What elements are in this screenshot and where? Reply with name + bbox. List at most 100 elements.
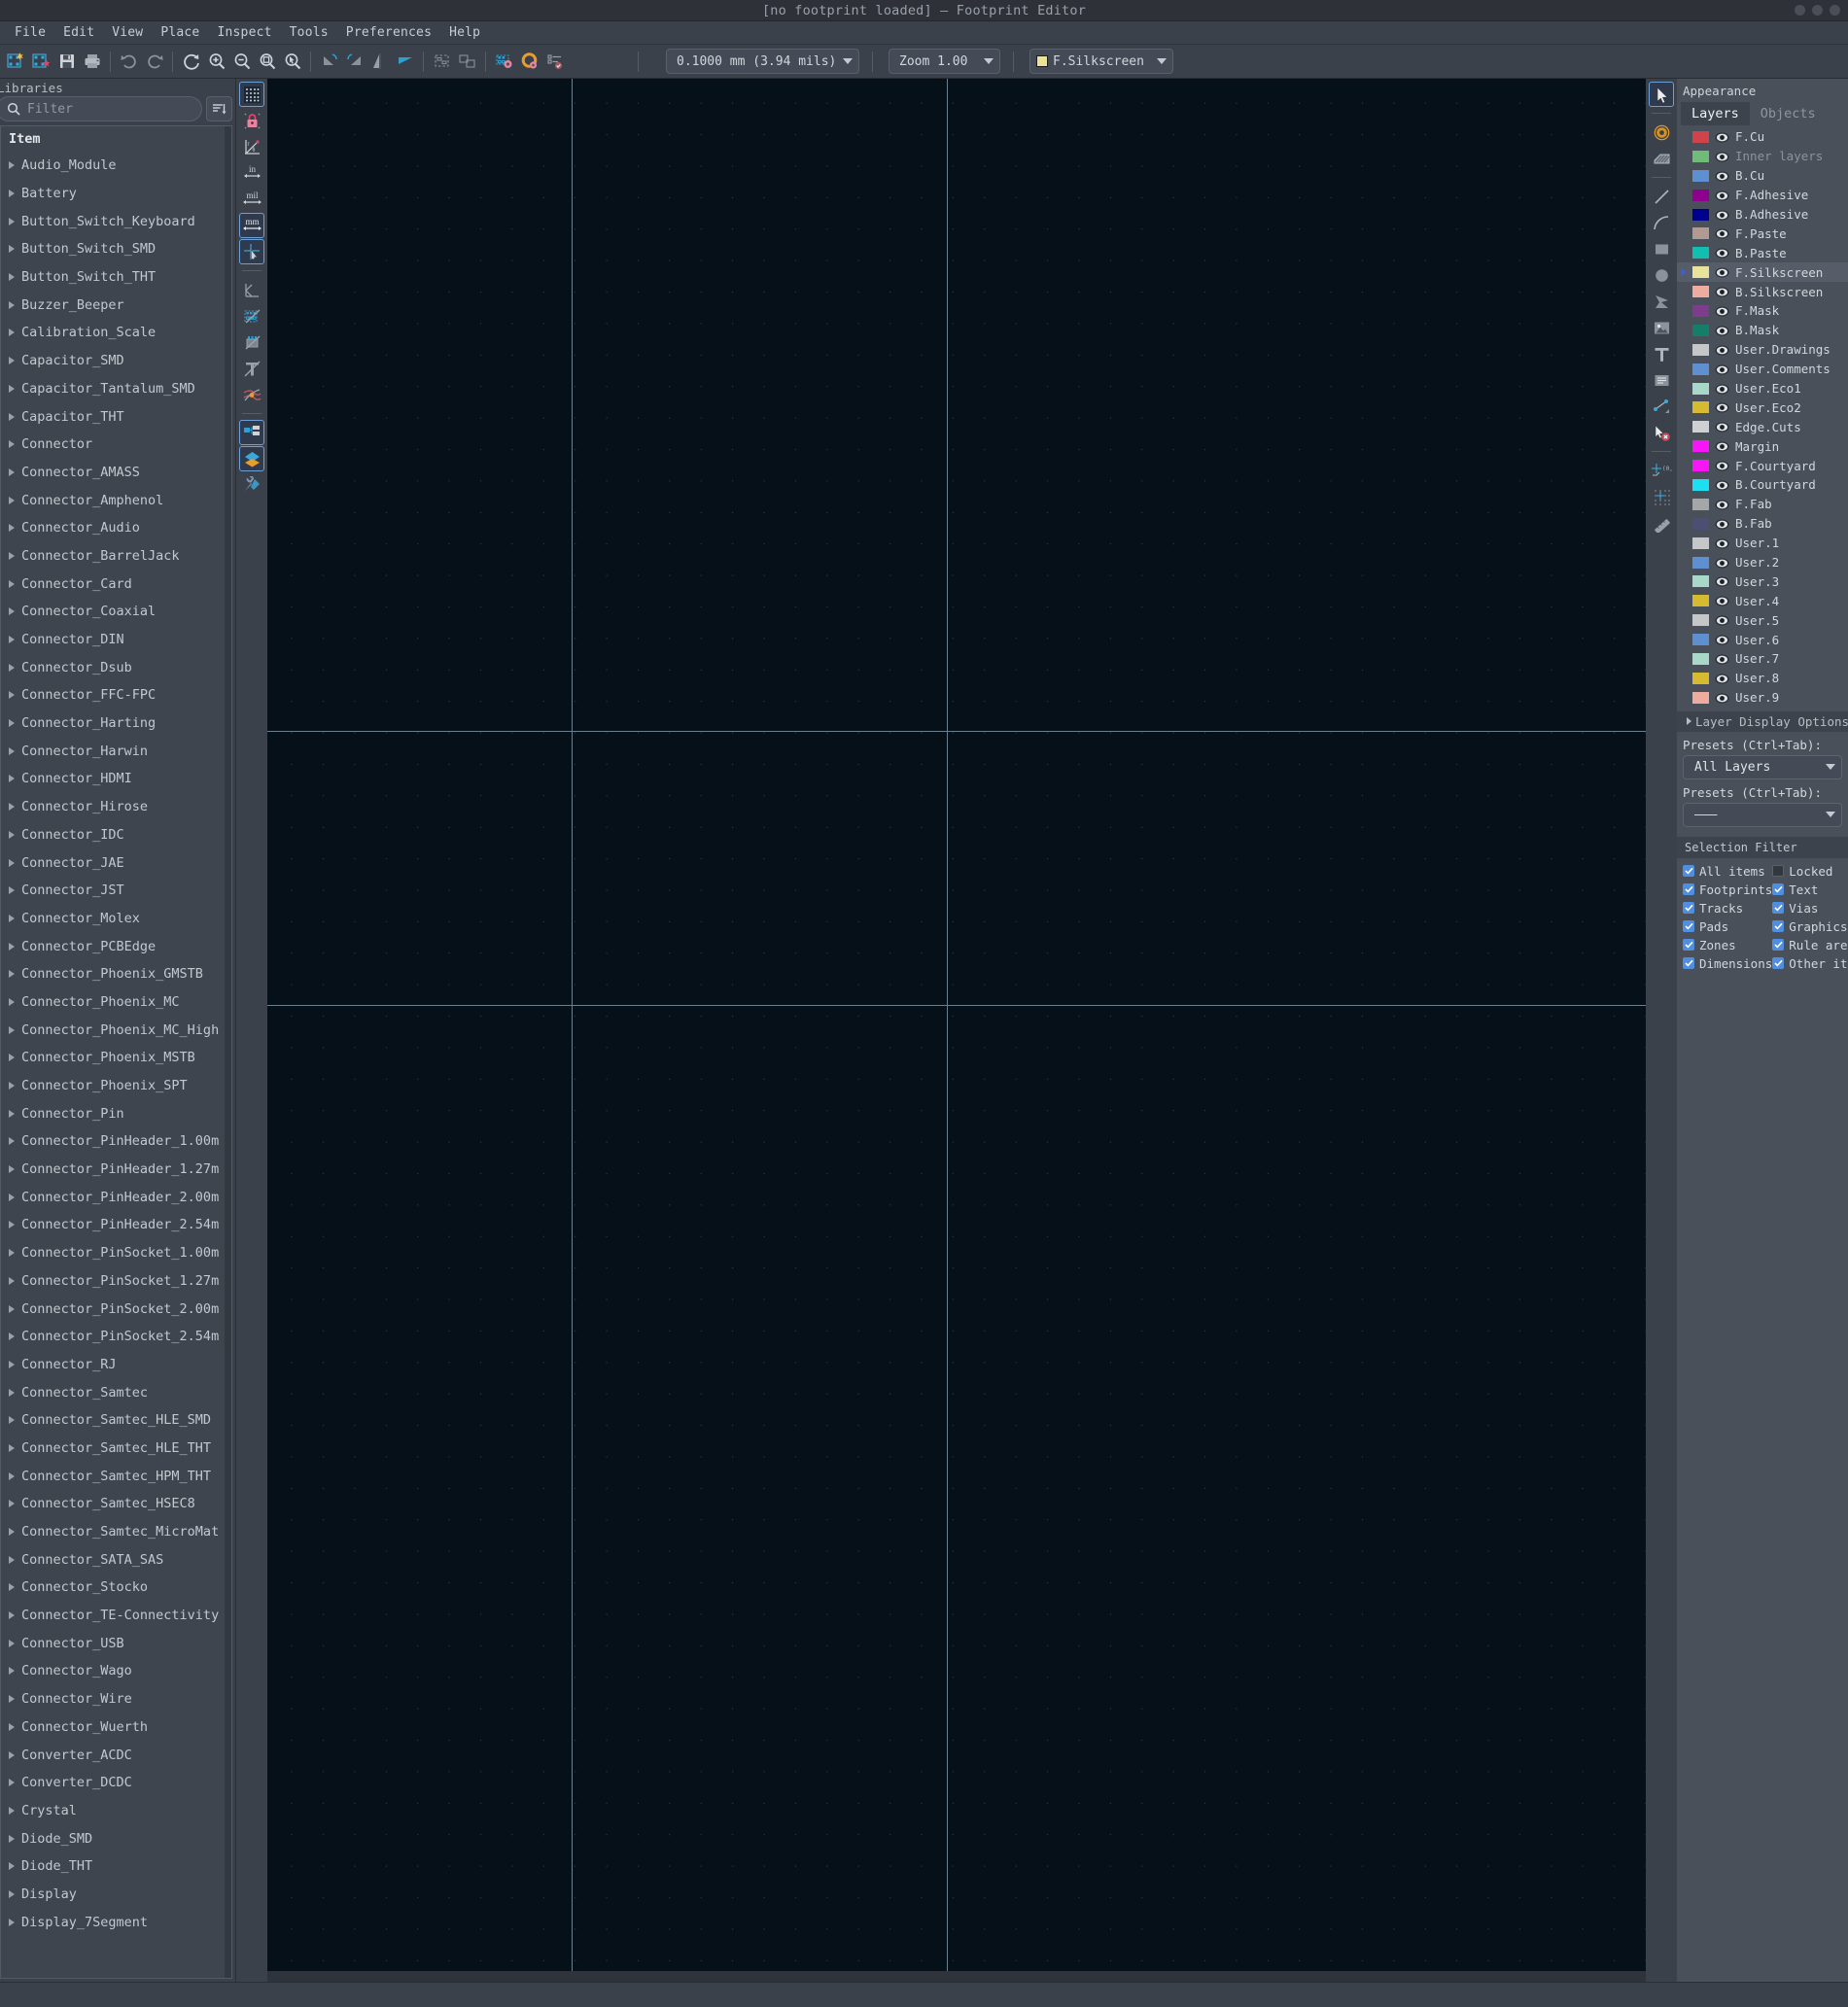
expand-triangle-icon[interactable] bbox=[9, 1276, 15, 1285]
library-item[interactable]: Connector_Amphenol bbox=[1, 486, 231, 514]
library-item[interactable]: Button_Switch_SMD bbox=[1, 235, 231, 263]
library-item[interactable]: Connector_PinHeader_2.54m bbox=[1, 1211, 231, 1239]
layer-color-swatch[interactable] bbox=[1692, 652, 1709, 665]
add-zone-icon[interactable] bbox=[1649, 146, 1674, 171]
layer-color-swatch[interactable] bbox=[1692, 208, 1709, 221]
checkbox-icon[interactable] bbox=[1683, 957, 1694, 970]
selection-filter-item[interactable]: Text bbox=[1772, 882, 1848, 897]
expand-triangle-icon[interactable] bbox=[9, 1750, 15, 1759]
menu-tools[interactable]: Tools bbox=[281, 23, 337, 42]
library-item[interactable]: Connector_FFC-FPC bbox=[1, 681, 231, 709]
layer-color-swatch[interactable] bbox=[1692, 460, 1709, 472]
layer-row[interactable]: F.Paste bbox=[1677, 224, 1848, 243]
mirror-horizontal-icon[interactable] bbox=[367, 49, 392, 75]
datum-point-icon[interactable] bbox=[239, 277, 264, 302]
library-item[interactable]: Connector_IDC bbox=[1, 821, 231, 849]
grid-icon[interactable] bbox=[239, 82, 264, 107]
layer-row[interactable]: User.5 bbox=[1677, 610, 1848, 630]
expand-triangle-icon[interactable] bbox=[9, 245, 15, 254]
delete-item-icon[interactable] bbox=[1649, 420, 1674, 445]
layer-color-swatch[interactable] bbox=[1692, 478, 1709, 491]
layer-row[interactable]: User.Eco1 bbox=[1677, 379, 1848, 398]
library-item[interactable]: Connector bbox=[1, 431, 231, 459]
refresh-icon[interactable] bbox=[179, 49, 203, 75]
undo-icon[interactable] bbox=[117, 49, 141, 75]
checkbox-icon[interactable] bbox=[1772, 883, 1785, 896]
library-item[interactable]: Connector_PCBEdge bbox=[1, 932, 231, 960]
pad-settings-icon[interactable] bbox=[492, 49, 516, 75]
high-contrast-icon[interactable] bbox=[239, 382, 264, 407]
expand-triangle-icon[interactable] bbox=[9, 1388, 15, 1397]
expand-triangle-icon[interactable] bbox=[9, 384, 15, 393]
expand-triangle-icon[interactable] bbox=[9, 1611, 15, 1620]
expand-triangle-icon[interactable] bbox=[9, 1082, 15, 1090]
add-textbox-icon[interactable] bbox=[1649, 367, 1674, 393]
selection-filter-item[interactable]: Vias bbox=[1772, 901, 1848, 916]
add-image-icon[interactable] bbox=[1649, 315, 1674, 340]
checkbox-icon[interactable] bbox=[1772, 902, 1785, 915]
library-item[interactable]: Connector_Pin bbox=[1, 1099, 231, 1127]
library-item[interactable]: Connector_RJ bbox=[1, 1351, 231, 1379]
expand-triangle-icon[interactable] bbox=[9, 161, 15, 170]
visibility-eye-icon[interactable] bbox=[1715, 595, 1729, 606]
layer-row[interactable]: B.Cu bbox=[1677, 166, 1848, 186]
visibility-eye-icon[interactable] bbox=[1715, 460, 1729, 471]
add-dimension-icon[interactable] bbox=[1649, 394, 1674, 419]
draw-arc-icon[interactable] bbox=[1649, 210, 1674, 235]
checkbox-icon[interactable] bbox=[1683, 920, 1694, 933]
save-icon[interactable] bbox=[54, 49, 79, 75]
draw-line-icon[interactable] bbox=[1649, 184, 1674, 209]
expand-triangle-icon[interactable] bbox=[9, 607, 15, 616]
draw-rectangle-icon[interactable] bbox=[1649, 236, 1674, 261]
library-item[interactable]: Connector_Phoenix_GMSTB bbox=[1, 960, 231, 988]
layer-row[interactable]: User.7 bbox=[1677, 649, 1848, 669]
expand-triangle-icon[interactable] bbox=[9, 1667, 15, 1676]
library-item[interactable]: Connector_Wuerth bbox=[1, 1713, 231, 1742]
expand-triangle-icon[interactable] bbox=[9, 1471, 15, 1480]
visibility-eye-icon[interactable] bbox=[1715, 557, 1729, 569]
layer-row[interactable]: B.Paste bbox=[1677, 243, 1848, 262]
layer-color-swatch[interactable] bbox=[1692, 556, 1709, 569]
checkbox-icon[interactable] bbox=[1772, 939, 1785, 952]
menu-view[interactable]: View bbox=[103, 23, 152, 42]
expand-triangle-icon[interactable] bbox=[9, 997, 15, 1006]
layer-color-swatch[interactable] bbox=[1692, 247, 1709, 260]
library-item[interactable]: Connector_PinSocket_2.54m bbox=[1, 1323, 231, 1351]
visibility-eye-icon[interactable] bbox=[1715, 247, 1729, 259]
expand-triangle-icon[interactable] bbox=[9, 1695, 15, 1704]
menu-place[interactable]: Place bbox=[152, 23, 208, 42]
visibility-eye-icon[interactable] bbox=[1715, 209, 1729, 221]
expand-triangle-icon[interactable] bbox=[9, 1443, 15, 1452]
checkbox-icon[interactable] bbox=[1772, 865, 1785, 878]
tab-objects[interactable]: Objects bbox=[1750, 102, 1827, 125]
visibility-eye-icon[interactable] bbox=[1715, 692, 1729, 704]
visibility-eye-icon[interactable] bbox=[1715, 190, 1729, 201]
layer-row[interactable]: User.Eco2 bbox=[1677, 398, 1848, 417]
expand-triangle-icon[interactable] bbox=[9, 1249, 15, 1258]
layer-color-swatch[interactable] bbox=[1692, 324, 1709, 336]
layer-color-swatch[interactable] bbox=[1692, 130, 1709, 143]
library-item[interactable]: Diode_THT bbox=[1, 1852, 231, 1881]
libraries-tree[interactable]: Item Audio_Module Battery Button_Switch_Ke… bbox=[0, 125, 232, 1979]
library-item[interactable]: Connector_Harting bbox=[1, 709, 231, 738]
layer-color-swatch[interactable] bbox=[1692, 498, 1709, 510]
zoom-select[interactable]: Zoom 1.00 bbox=[889, 49, 1000, 74]
expand-triangle-icon[interactable] bbox=[9, 803, 15, 812]
visibility-eye-icon[interactable] bbox=[1715, 227, 1729, 239]
zoom-out-icon[interactable] bbox=[229, 49, 254, 75]
active-layer-select[interactable]: F.Silkscreen bbox=[1029, 49, 1173, 74]
layer-row[interactable]: User.6 bbox=[1677, 630, 1848, 649]
expand-triangle-icon[interactable] bbox=[9, 524, 15, 533]
layer-color-swatch[interactable] bbox=[1692, 595, 1709, 607]
expand-triangle-icon[interactable] bbox=[9, 1722, 15, 1731]
libraries-scrollbar[interactable] bbox=[225, 126, 231, 1978]
visibility-eye-icon[interactable] bbox=[1715, 305, 1729, 317]
layer-color-swatch[interactable] bbox=[1692, 672, 1709, 684]
layer-row[interactable]: F.Courtyard bbox=[1677, 456, 1848, 475]
selection-filter-item[interactable]: Other items bbox=[1772, 956, 1848, 971]
checkbox-icon[interactable] bbox=[1683, 883, 1694, 896]
expand-triangle-icon[interactable] bbox=[9, 719, 15, 728]
expand-triangle-icon[interactable] bbox=[9, 440, 15, 449]
visibility-eye-icon[interactable] bbox=[1715, 575, 1729, 587]
expand-triangle-icon[interactable] bbox=[9, 636, 15, 644]
